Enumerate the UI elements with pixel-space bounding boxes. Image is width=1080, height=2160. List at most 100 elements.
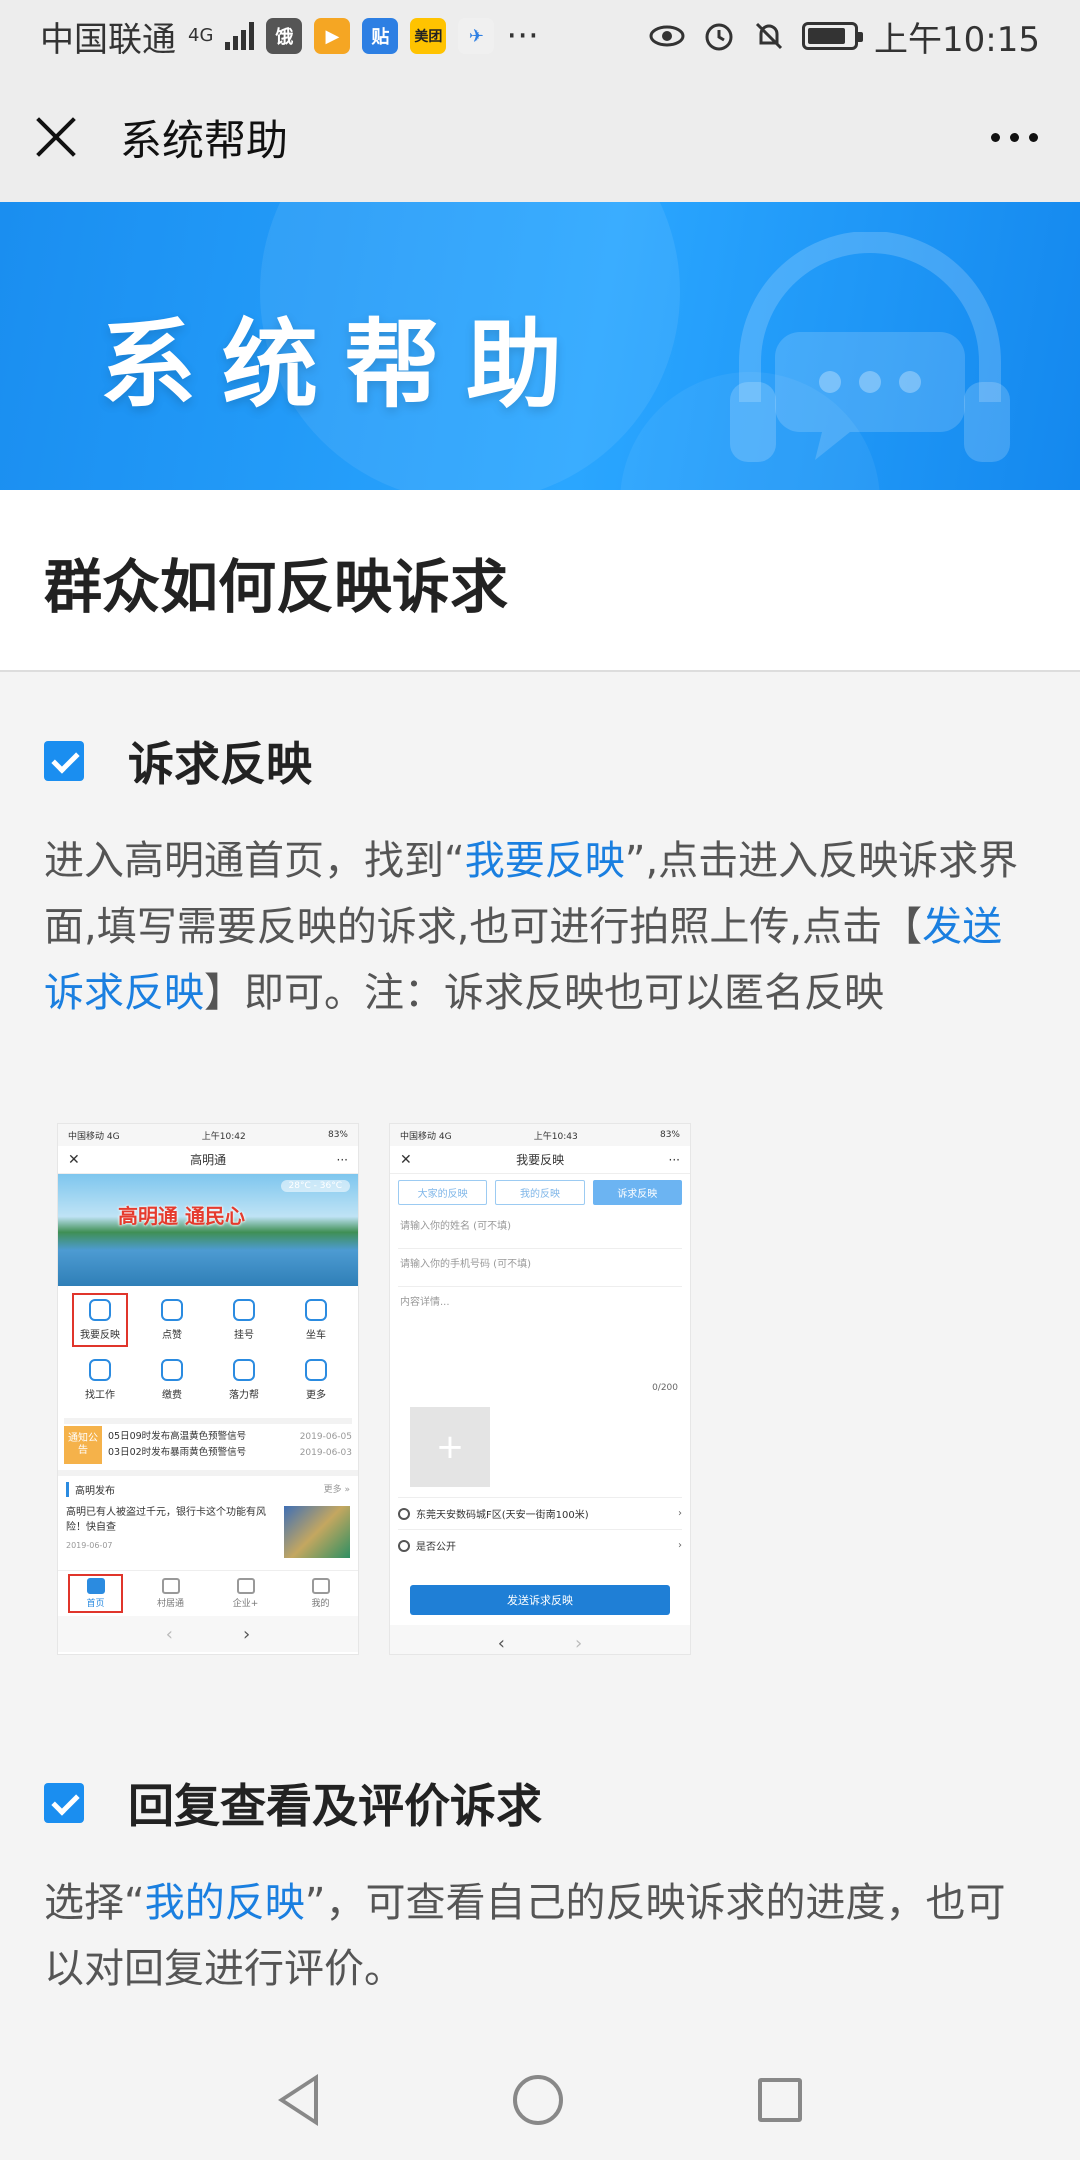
content-area: 内容详情... 0/200: [398, 1287, 682, 1397]
status-bar: 中国联通 4G 饿 ▶ 贴 美团 ✈ ··· 上午10:15: [0, 0, 1080, 72]
bus-icon: [305, 1299, 327, 1321]
notice-row: 03日02时发布暴雨黄色预警信号 2019-06-03: [108, 1445, 352, 1461]
mini-time: 上午10:43: [533, 1131, 578, 1142]
meituan-app-icon: 美团: [410, 18, 447, 54]
notice-date: 2019-06-05: [299, 1432, 352, 1442]
page-title: 系统帮助: [120, 115, 289, 165]
nav-recent-apps-button[interactable]: [758, 2078, 803, 2122]
hospital-icon: [233, 1299, 255, 1321]
paragraph-text: 选择“: [44, 1880, 145, 1926]
news-heading: 更多 » 高明发布: [66, 1482, 350, 1497]
weather-badge: 28°C - 36°C: [280, 1180, 350, 1192]
name-field: 请输入你的姓名 (可不填): [398, 1211, 682, 1249]
back-arrow-icon: ‹: [165, 1623, 173, 1645]
grid-label: 落力帮: [229, 1390, 259, 1401]
service-grid: 我要反映 点赞 挂号 坐车 找工作 缴费 落力帮 更多: [58, 1286, 358, 1414]
notice-text: 03日02时发布暴雨黄色预警信号: [108, 1447, 247, 1458]
tieba-app-icon: 贴: [362, 18, 399, 54]
grid-item: 点赞: [136, 1290, 208, 1350]
system-nav-bar: [0, 2040, 1080, 2160]
mini-close-icon: ✕: [68, 1151, 80, 1168]
battery-icon: [802, 22, 864, 50]
help-hand-icon: [233, 1359, 255, 1381]
carrier-label: 中国联通: [40, 19, 176, 60]
nav-home-button[interactable]: [512, 2075, 563, 2125]
tab-label: 我的: [311, 1599, 330, 1609]
tab-label: 村居通: [156, 1599, 184, 1609]
paragraph-text: 进入高明通首页，找到“: [44, 838, 465, 884]
check-icon: [44, 1783, 84, 1823]
news-more: 更多 »: [323, 1485, 350, 1495]
grid-label: 挂号: [234, 1330, 254, 1341]
grid-item: 挂号: [208, 1290, 280, 1350]
more-grid-icon: [305, 1359, 327, 1381]
highlight-box: [68, 1574, 123, 1613]
banner-title: 系统帮助: [100, 309, 588, 421]
building-icon: [236, 1578, 255, 1594]
news-block: 更多 » 高明发布 高明已有人被盗过千元，银行卡这个功能有风险！快自查 2019-…: [58, 1470, 358, 1570]
notice-lines: 05日09时发布高温黄色预警信号 2019-06-05 03日02时发布暴雨黄色预…: [108, 1429, 352, 1461]
paragraph-text: 】即可。注：诉求反映也可以匿名反映: [204, 970, 884, 1016]
grid-item: 落力帮: [208, 1350, 280, 1410]
alarm-icon: [705, 23, 733, 51]
title-bar: 系统帮助: [0, 72, 1080, 202]
mini-title-bar: ✕ 高明通 ···: [58, 1146, 358, 1174]
job-icon: [89, 1359, 111, 1381]
link-my-feedback-list[interactable]: 我的反映: [145, 1880, 305, 1926]
video-app-icon: ▶: [314, 18, 351, 54]
grid-label: 缴费: [162, 1390, 182, 1401]
chevron-right-icon: ›: [678, 1540, 682, 1551]
status-right: 上午10:15: [648, 12, 1040, 61]
article-title: 群众如何反映诉求: [44, 553, 509, 621]
grid-label: 找工作: [85, 1390, 115, 1401]
mini-title: 我要反映: [516, 1153, 565, 1167]
mini-status-bar: 中国移动 4G 上午10:43 83%: [390, 1124, 690, 1146]
content-placeholder: 内容详情...: [400, 1297, 450, 1308]
mini-carrier: 中国移动 4G: [400, 1131, 452, 1142]
mini-title-bar: ✕ 我要反映 ···: [390, 1146, 690, 1174]
chevron-right-icon: ›: [678, 1508, 682, 1519]
tab-enterprise: 企业+: [208, 1571, 283, 1616]
mini-more-icon: ···: [668, 1152, 680, 1167]
signal-icon: [225, 22, 255, 50]
location-pin-icon: [398, 1507, 410, 1520]
screenshot-home: 中国移动 4G 上午10:42 83% ✕ 高明通 ··· 高明通 通民心 28…: [58, 1124, 358, 1654]
char-counter: 0/200: [652, 1383, 678, 1393]
house-icon: [161, 1578, 180, 1594]
person-icon: [398, 1539, 410, 1552]
more-menu-button[interactable]: [983, 113, 1046, 162]
forward-arrow-icon: ›: [575, 1632, 583, 1654]
grid-item: 坐车: [280, 1290, 352, 1350]
tab-village: 村居通: [133, 1571, 208, 1616]
mini-battery: 83%: [659, 1130, 680, 1140]
news-heading-text: 高明发布: [75, 1486, 115, 1497]
link-my-feedback[interactable]: 我要反映: [465, 838, 625, 884]
notice-row: 05日09时发布高温黄色预警信号 2019-06-05: [108, 1429, 352, 1445]
scene-slogan: 高明通 通民心: [118, 1204, 245, 1228]
section-paragraph: 选择“我的反映”，可查看自己的反映诉求的进度，也可以对回复进行评价。: [44, 1870, 1034, 2002]
public-label: 是否公开: [416, 1542, 456, 1553]
eye-icon: [649, 25, 685, 47]
close-icon[interactable]: [34, 115, 78, 159]
section-header-feedback: 诉求反映: [44, 728, 312, 794]
notice-block: 通知公告 05日09时发布高温黄色预警信号 2019-06-05 03日02时发布…: [64, 1418, 352, 1466]
section-title: 诉求反映: [128, 737, 312, 791]
section-header-reply: 回复查看及评价诉求: [44, 1770, 542, 1836]
grid-item: 缴费: [136, 1350, 208, 1410]
more-notifications-icon: ···: [506, 16, 539, 56]
tab-home: 首页: [58, 1571, 133, 1616]
mini-close-icon: ✕: [400, 1151, 412, 1168]
tab-mine: 我的: [283, 1571, 358, 1616]
mini-tab-bar: 首页 村居通 企业+ 我的: [58, 1570, 358, 1616]
mute-bell-icon: [755, 22, 783, 50]
segment-mine: 我的反映: [495, 1180, 585, 1205]
highlight-box: [72, 1293, 128, 1347]
person-icon: [311, 1578, 330, 1594]
grid-label: 更多: [306, 1390, 326, 1401]
public-row: 是否公开 ›: [398, 1529, 682, 1561]
news-text: 高明已有人被盗过千元，银行卡这个功能有风险！快自查: [66, 1507, 266, 1533]
nav-back-button[interactable]: [277, 2074, 318, 2126]
app-notification-icon: 饿: [266, 18, 303, 54]
lake-scene-image: 高明通 通民心 28°C - 36°C: [58, 1174, 358, 1286]
check-icon: [44, 741, 84, 781]
